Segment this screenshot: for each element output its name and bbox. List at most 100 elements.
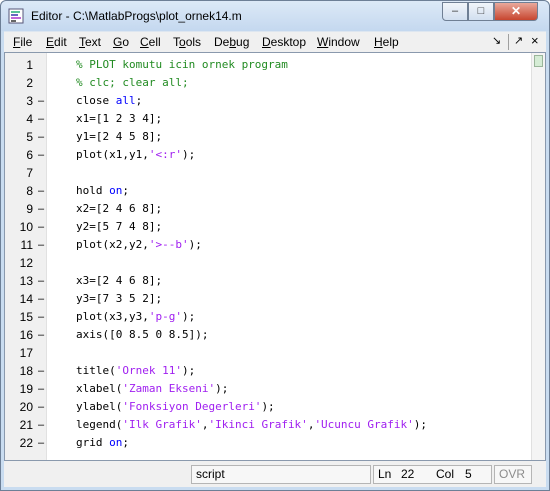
code-text[interactable]: grid on; <box>76 434 129 452</box>
line-number[interactable]: 4 <box>5 110 33 128</box>
menu-file[interactable]: File <box>13 35 32 49</box>
line-number[interactable]: 22 <box>5 434 33 452</box>
code-line[interactable]: 16– axis([0 8.5 0 8.5]); <box>5 326 531 344</box>
line-number[interactable]: 15 <box>5 308 33 326</box>
line-number[interactable]: 12 <box>5 254 33 272</box>
code-line[interactable]: 5– y1=[2 4 5 8]; <box>5 128 531 146</box>
menu-desktop[interactable]: Desktop <box>262 35 306 49</box>
close-button[interactable]: ✕ <box>494 2 538 21</box>
menu-debug[interactable]: Debug <box>214 35 249 49</box>
line-number[interactable]: 3 <box>5 92 33 110</box>
code-text[interactable]: plot(x2,y2,'>--b'); <box>76 236 202 254</box>
code-text[interactable]: plot(x1,y1,'<:r'); <box>76 146 195 164</box>
code-line[interactable]: 15– plot(x3,y3,'p-g'); <box>5 308 531 326</box>
breakpoint-marker[interactable]: – <box>38 272 46 290</box>
breakpoint-marker[interactable]: – <box>38 92 46 110</box>
breakpoint-marker[interactable]: – <box>38 398 46 416</box>
code-line[interactable]: 6– plot(x1,y1,'<:r'); <box>5 146 531 164</box>
line-number[interactable]: 5 <box>5 128 33 146</box>
breakpoint-marker[interactable]: – <box>38 416 46 434</box>
line-number[interactable]: 14 <box>5 290 33 308</box>
code-text[interactable]: % PLOT komutu icin ornek program <box>76 56 288 74</box>
code-line[interactable]: 17 <box>5 344 531 362</box>
menu-cell[interactable]: Cell <box>140 35 161 49</box>
code-text[interactable]: x1=[1 2 3 4]; <box>76 110 162 128</box>
breakpoint-marker[interactable]: – <box>38 128 46 146</box>
line-number[interactable]: 9 <box>5 200 33 218</box>
breakpoint-marker[interactable]: – <box>38 434 46 452</box>
code-analyzer-indicator[interactable] <box>534 55 543 67</box>
code-text[interactable]: plot(x3,y3,'p-g'); <box>76 308 195 326</box>
breakpoint-marker[interactable]: – <box>38 380 46 398</box>
code-line[interactable]: 22– grid on; <box>5 434 531 452</box>
code-text[interactable]: axis([0 8.5 0 8.5]); <box>76 326 208 344</box>
line-number[interactable]: 11 <box>5 236 33 254</box>
line-number[interactable]: 10 <box>5 218 33 236</box>
breakpoint-marker[interactable]: – <box>38 182 46 200</box>
line-number[interactable]: 2 <box>5 74 33 92</box>
menu-help[interactable]: Help <box>374 35 399 49</box>
code-text[interactable]: x3=[2 4 6 8]; <box>76 272 162 290</box>
code-line[interactable]: 11– plot(x2,y2,'>--b'); <box>5 236 531 254</box>
code-text[interactable]: y2=[5 7 4 8]; <box>76 218 162 236</box>
pin-icon[interactable]: ↗ <box>514 34 523 47</box>
code-line[interactable]: 12 <box>5 254 531 272</box>
line-number[interactable]: 17 <box>5 344 33 362</box>
breakpoint-marker[interactable]: – <box>38 326 46 344</box>
line-number[interactable]: 7 <box>5 164 33 182</box>
line-number[interactable]: 21 <box>5 416 33 434</box>
line-number[interactable]: 6 <box>5 146 33 164</box>
code-text[interactable]: % clc; clear all; <box>76 74 189 92</box>
code-editor[interactable]: 1 % PLOT komutu icin ornek program 2 % clc;… <box>4 52 546 461</box>
breakpoint-marker[interactable]: – <box>38 146 46 164</box>
breakpoint-marker[interactable]: – <box>38 218 46 236</box>
breakpoint-marker[interactable]: – <box>38 110 46 128</box>
line-number[interactable]: 8 <box>5 182 33 200</box>
line-number[interactable]: 13 <box>5 272 33 290</box>
code-line[interactable]: 4– x1=[1 2 3 4]; <box>5 110 531 128</box>
code-line[interactable]: 21– legend('Ilk Grafik','Ikinci Grafik','… <box>5 416 531 434</box>
code-line[interactable]: 1 % PLOT komutu icin ornek program <box>5 56 531 74</box>
code-line[interactable]: 10– y2=[5 7 4 8]; <box>5 218 531 236</box>
code-line[interactable]: 8– hold on; <box>5 182 531 200</box>
line-number[interactable]: 16 <box>5 326 33 344</box>
breakpoint-marker[interactable]: – <box>38 290 46 308</box>
breakpoint-marker[interactable]: – <box>38 200 46 218</box>
menu-go[interactable]: Go <box>113 35 129 49</box>
code-line[interactable]: 7 <box>5 164 531 182</box>
code-line[interactable]: 13– x3=[2 4 6 8]; <box>5 272 531 290</box>
close-document-icon[interactable]: × <box>531 33 539 48</box>
line-number[interactable]: 1 <box>5 56 33 74</box>
menu-tools[interactable]: Tools <box>173 35 201 49</box>
code-line[interactable]: 20– ylabel('Fonksiyon Degerleri'); <box>5 398 531 416</box>
vertical-scrollbar[interactable] <box>531 53 545 460</box>
menu-text[interactable]: Text <box>79 35 101 49</box>
code-line[interactable]: 2 % clc; clear all; <box>5 74 531 92</box>
code-line[interactable]: 19– xlabel('Zaman Ekseni'); <box>5 380 531 398</box>
code-line[interactable]: 3– close all; <box>5 92 531 110</box>
menu-edit[interactable]: Edit <box>46 35 67 49</box>
line-number[interactable]: 19 <box>5 380 33 398</box>
breakpoint-marker[interactable]: – <box>38 236 46 254</box>
line-number[interactable]: 18 <box>5 362 33 380</box>
code-line[interactable]: 9– x2=[2 4 6 8]; <box>5 200 531 218</box>
code-text[interactable]: hold on; <box>76 182 129 200</box>
code-text[interactable]: title('Ornek 11'); <box>76 362 195 380</box>
code-text[interactable]: close all; <box>76 92 142 110</box>
code-text[interactable]: y1=[2 4 5 8]; <box>76 128 162 146</box>
code-text[interactable]: legend('Ilk Grafik','Ikinci Grafik','Ucu… <box>76 416 427 434</box>
breakpoint-marker[interactable]: – <box>38 362 46 380</box>
code-line[interactable]: 18– title('Ornek 11'); <box>5 362 531 380</box>
code-text[interactable]: ylabel('Fonksiyon Degerleri'); <box>76 398 275 416</box>
title-bar[interactable]: Editor - C:\MatlabProgs\plot_ornek14.m –… <box>1 1 549 31</box>
code-text[interactable]: xlabel('Zaman Ekseni'); <box>76 380 228 398</box>
undock-icon[interactable]: ↘ <box>492 34 501 47</box>
maximize-button[interactable]: □ <box>468 2 494 21</box>
code-text[interactable]: x2=[2 4 6 8]; <box>76 200 162 218</box>
breakpoint-marker[interactable]: – <box>38 308 46 326</box>
minimize-button[interactable]: – <box>442 2 468 21</box>
menu-window[interactable]: Window <box>317 35 360 49</box>
code-line[interactable]: 14– y3=[7 3 5 2]; <box>5 290 531 308</box>
line-number[interactable]: 20 <box>5 398 33 416</box>
code-text[interactable]: y3=[7 3 5 2]; <box>76 290 162 308</box>
